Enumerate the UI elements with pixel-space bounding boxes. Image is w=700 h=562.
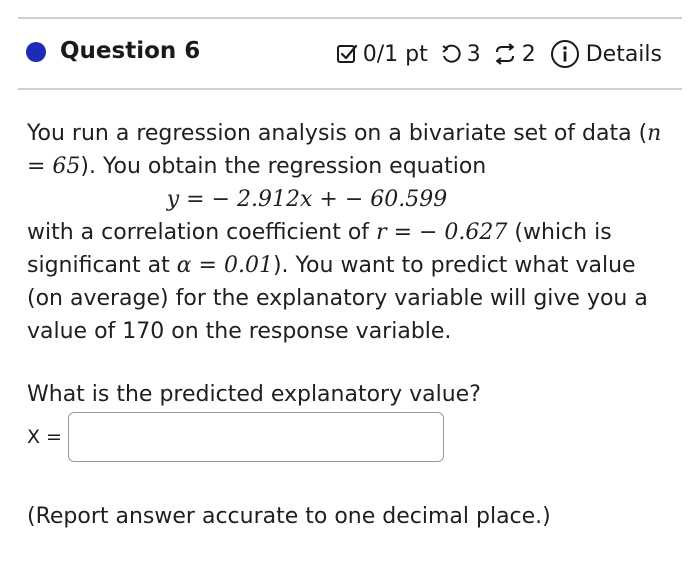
regression-equation: y = − 2.912x + − 60.599	[166, 187, 448, 212]
correlation-value: r = − 0.627	[376, 220, 508, 245]
retries-count: 3	[466, 41, 481, 67]
status-dot-icon	[26, 42, 46, 62]
answer-input[interactable]	[68, 412, 444, 462]
regression-equation-line: y = − 2.912x + − 60.599	[27, 183, 677, 216]
alpha-value: α = 0.01	[176, 253, 273, 278]
info-icon[interactable]	[550, 39, 580, 69]
answer-label: X =	[27, 426, 62, 448]
question-prompt: What is the predicted explanatory value?	[27, 382, 481, 407]
problem-intro: You run a regression analysis on a bivar…	[27, 117, 677, 183]
question-header: Question 6 0/1 pt 3 2 Details	[18, 30, 682, 76]
score-text: 0/1 pt	[362, 41, 428, 67]
repeat-icon	[493, 43, 517, 65]
question-title: Question 6	[60, 38, 201, 64]
corr-text-a: with a correlation coefficient of	[27, 220, 370, 245]
top-divider	[18, 17, 682, 19]
intro-text-b: ). You obtain the regression equation	[80, 154, 487, 179]
header-divider	[18, 88, 682, 90]
checkbox-icon	[336, 43, 358, 65]
problem-text: You run a regression analysis on a bivar…	[27, 117, 677, 348]
details-link[interactable]: Details	[586, 42, 662, 67]
intro-text-a: You run a regression analysis on a bivar…	[27, 121, 648, 146]
problem-correlation: with a correlation coefficient of r = − …	[27, 216, 677, 348]
question-meta: 0/1 pt 3 2 Details	[336, 36, 662, 72]
attempts-count: 2	[521, 41, 536, 67]
retry-icon	[440, 43, 462, 65]
precision-note: (Report answer accurate to one decimal p…	[27, 504, 551, 529]
